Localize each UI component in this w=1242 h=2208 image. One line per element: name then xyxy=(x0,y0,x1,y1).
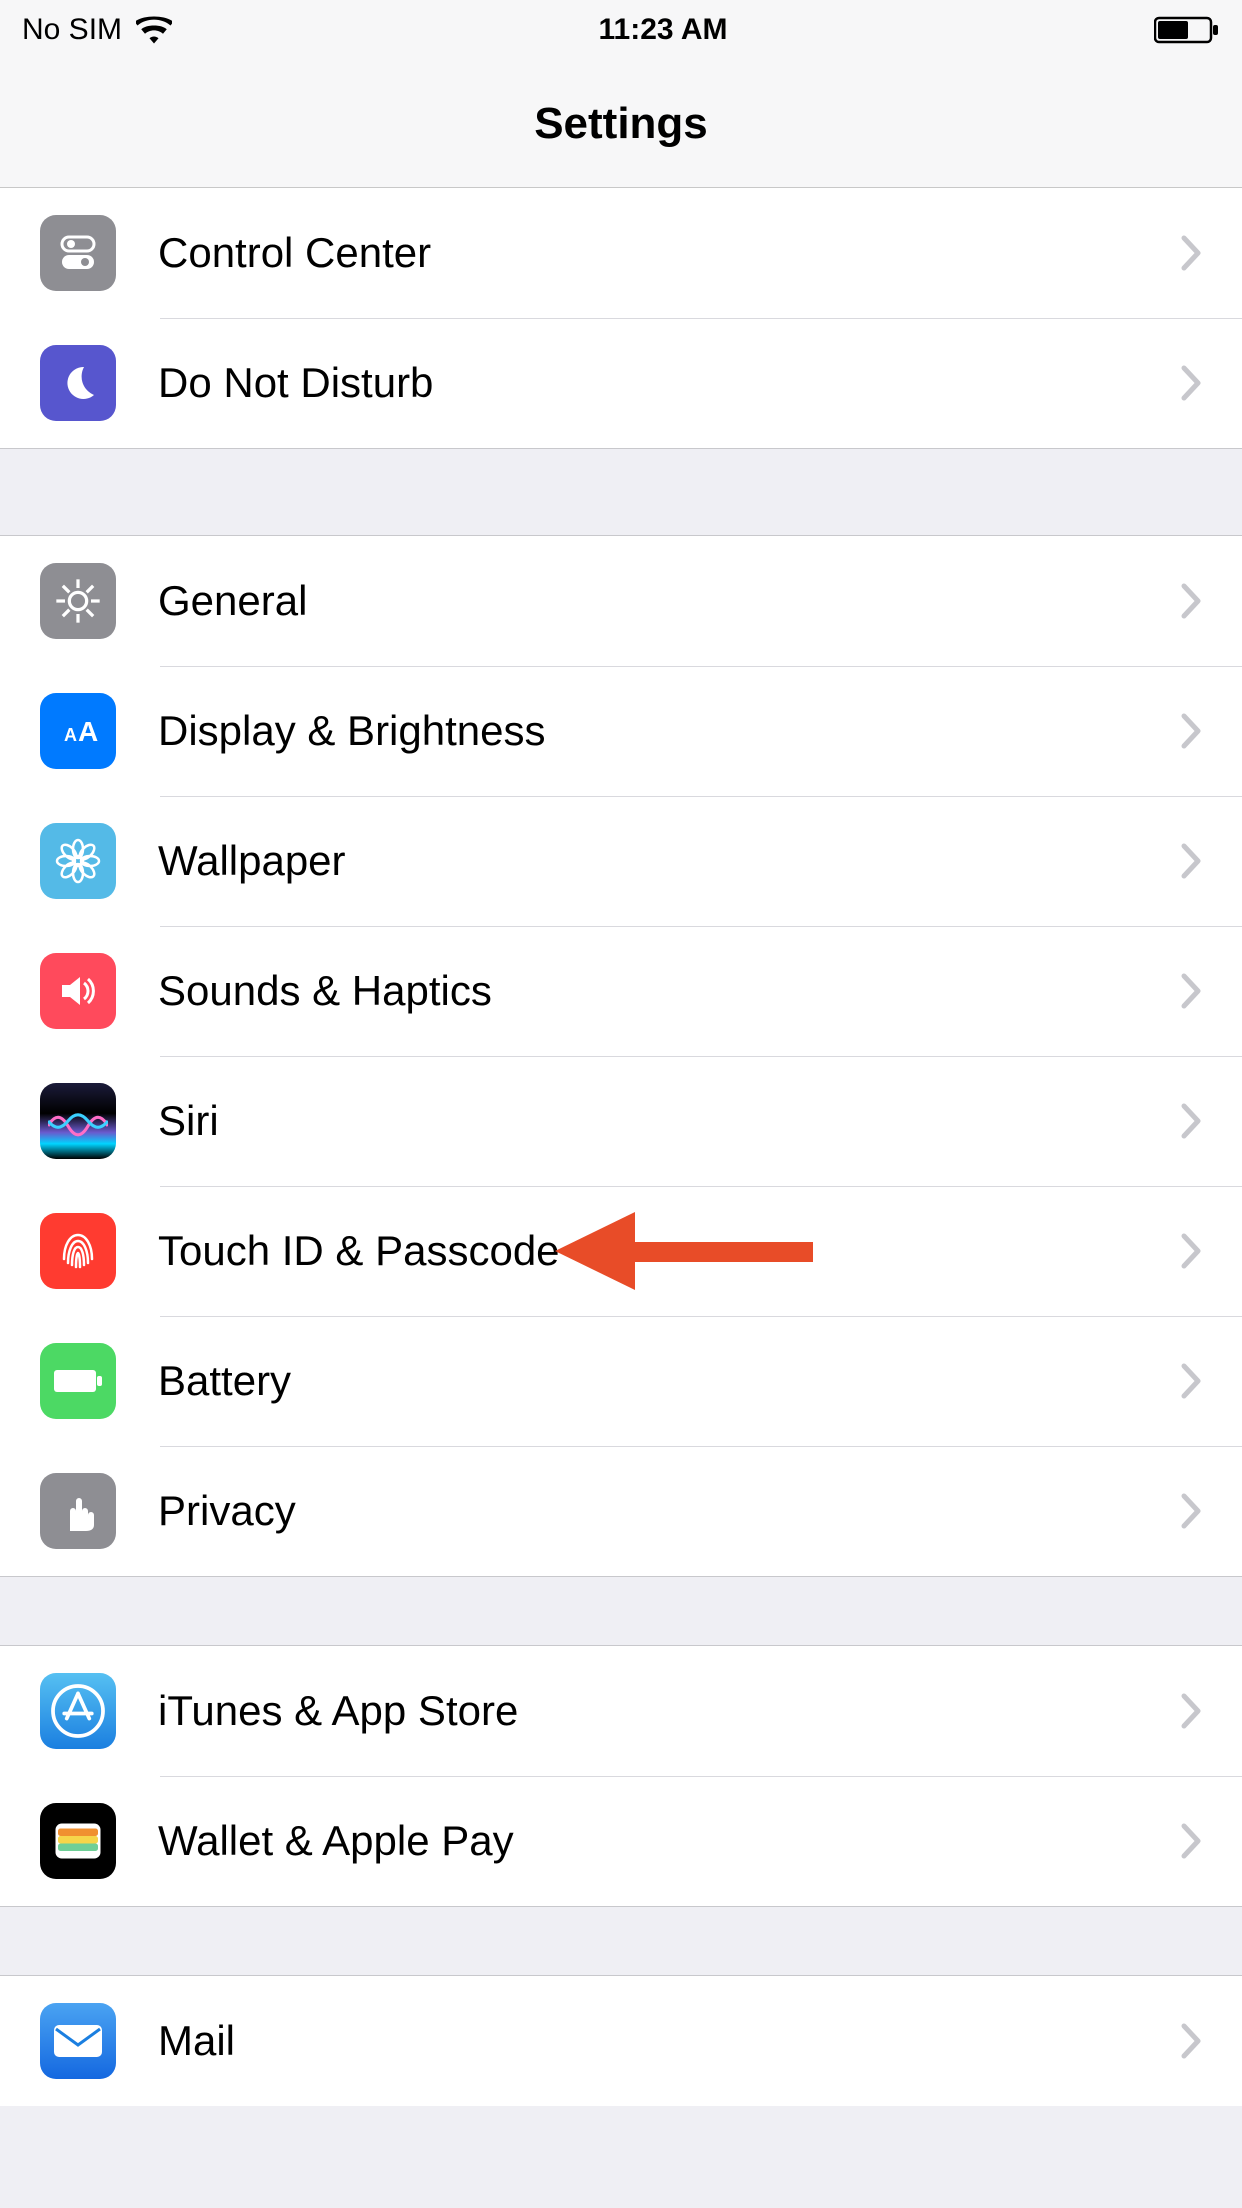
wifi-icon xyxy=(136,16,172,44)
flower-icon xyxy=(40,823,116,899)
settings-row-label: iTunes & App Store xyxy=(158,1687,1180,1735)
settings-row-mail[interactable]: Mail xyxy=(0,1976,1242,2106)
group-separator xyxy=(0,1576,1242,1646)
gear-icon xyxy=(40,563,116,639)
settings-row-label: Touch ID & Passcode xyxy=(158,1227,1180,1275)
settings-row-label: Control Center xyxy=(158,229,1180,277)
settings-row-label: Wallpaper xyxy=(158,837,1180,885)
settings-row-siri[interactable]: Siri xyxy=(0,1056,1242,1186)
chevron-right-icon xyxy=(1180,1232,1202,1270)
settings-row-label: Battery xyxy=(158,1357,1180,1405)
settings-row-battery[interactable]: Battery xyxy=(0,1316,1242,1446)
chevron-right-icon xyxy=(1180,972,1202,1010)
settings-row-label: Mail xyxy=(158,2017,1180,2065)
settings-row-privacy[interactable]: Privacy xyxy=(0,1446,1242,1576)
wallet-icon xyxy=(40,1803,116,1879)
envelope-icon xyxy=(40,2003,116,2079)
fingerprint-icon xyxy=(40,1213,116,1289)
page-title: Settings xyxy=(534,99,708,149)
settings-list[interactable]: Control Center Do Not Disturb General AA Dis… xyxy=(0,188,1242,2106)
group-separator xyxy=(0,448,1242,536)
settings-row-label: Wallet & Apple Pay xyxy=(158,1817,1180,1865)
settings-row-label: Siri xyxy=(158,1097,1180,1145)
settings-row-label: General xyxy=(158,577,1180,625)
text-size-icon: AA xyxy=(40,693,116,769)
chevron-right-icon xyxy=(1180,1692,1202,1730)
chevron-right-icon xyxy=(1180,1362,1202,1400)
speaker-icon xyxy=(40,953,116,1029)
settings-group: iTunes & App Store Wallet & Apple Pay xyxy=(0,1646,1242,1906)
chevron-right-icon xyxy=(1180,712,1202,750)
settings-row-wallpaper[interactable]: Wallpaper xyxy=(0,796,1242,926)
settings-row-wallet-apple-pay[interactable]: Wallet & Apple Pay xyxy=(0,1776,1242,1906)
chevron-right-icon xyxy=(1180,364,1202,402)
settings-group: Control Center Do Not Disturb xyxy=(0,188,1242,448)
svg-text:A: A xyxy=(64,725,77,745)
chevron-right-icon xyxy=(1180,842,1202,880)
chevron-right-icon xyxy=(1180,582,1202,620)
status-bar: No SIM 11:23 AM xyxy=(0,0,1242,60)
settings-row-label: Display & Brightness xyxy=(158,707,1180,755)
settings-row-label: Privacy xyxy=(158,1487,1180,1535)
chevron-right-icon xyxy=(1180,1102,1202,1140)
chevron-right-icon xyxy=(1180,2022,1202,2060)
chevron-right-icon xyxy=(1180,234,1202,272)
settings-group: General AA Display & Brightness Wallpaper So… xyxy=(0,536,1242,1576)
settings-row-control-center[interactable]: Control Center xyxy=(0,188,1242,318)
toggles-icon xyxy=(40,215,116,291)
settings-row-sounds-haptics[interactable]: Sounds & Haptics xyxy=(0,926,1242,1056)
battery-status-icon xyxy=(1154,16,1220,44)
settings-row-label: Sounds & Haptics xyxy=(158,967,1180,1015)
appstore-icon xyxy=(40,1673,116,1749)
settings-row-display-brightness[interactable]: AA Display & Brightness xyxy=(0,666,1242,796)
settings-row-do-not-disturb[interactable]: Do Not Disturb xyxy=(0,318,1242,448)
carrier-text: No SIM xyxy=(22,13,122,47)
group-separator xyxy=(0,1906,1242,1976)
settings-row-general[interactable]: General xyxy=(0,536,1242,666)
status-time: 11:23 AM xyxy=(599,13,728,47)
svg-text:A: A xyxy=(78,716,98,747)
settings-group: Mail xyxy=(0,1976,1242,2106)
settings-row-label: Do Not Disturb xyxy=(158,359,1180,407)
nav-header: Settings xyxy=(0,60,1242,188)
chevron-right-icon xyxy=(1180,1822,1202,1860)
battery-icon xyxy=(40,1343,116,1419)
hand-icon xyxy=(40,1473,116,1549)
chevron-right-icon xyxy=(1180,1492,1202,1530)
moon-icon xyxy=(40,345,116,421)
settings-row-itunes-app-store[interactable]: iTunes & App Store xyxy=(0,1646,1242,1776)
settings-row-touch-id-passcode[interactable]: Touch ID & Passcode xyxy=(0,1186,1242,1316)
siri-icon xyxy=(40,1083,116,1159)
